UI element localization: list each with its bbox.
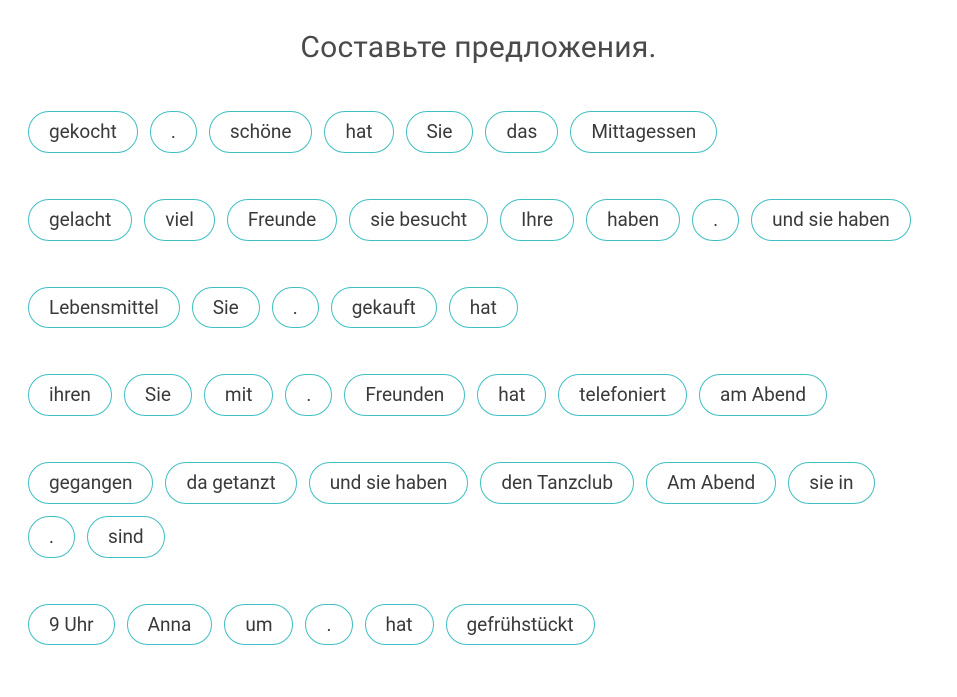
word-chip[interactable]: . — [305, 604, 352, 646]
word-chip[interactable]: den Tanzclub — [480, 462, 634, 504]
word-chip[interactable]: Sie — [124, 374, 192, 416]
word-chip[interactable]: und sie haben — [751, 199, 911, 241]
word-chip[interactable]: . — [28, 516, 75, 558]
sentence-row-3: Lebensmittel Sie . gekauft hat — [28, 287, 929, 329]
word-chip[interactable]: . — [692, 199, 739, 241]
word-chip[interactable]: hat — [324, 111, 393, 153]
word-chip[interactable]: Freunden — [344, 374, 465, 416]
word-chip[interactable]: gegangen — [28, 462, 153, 504]
word-chip[interactable]: gefrühstückt — [446, 604, 595, 646]
word-chip[interactable]: Lebensmittel — [28, 287, 180, 329]
word-chip[interactable]: das — [485, 111, 558, 153]
word-chip[interactable]: da getanzt — [165, 462, 296, 504]
sentence-row-4: ihren Sie mit . Freunden hat telefoniert… — [28, 374, 929, 416]
word-chip[interactable]: telefoniert — [558, 374, 687, 416]
sentence-row-1: gekocht . schöne hat Sie das Mittagessen — [28, 111, 929, 153]
word-chip[interactable]: Ihre — [500, 199, 574, 241]
word-chip[interactable]: um — [224, 604, 293, 646]
word-chip[interactable]: Mittagessen — [570, 111, 717, 153]
word-chip[interactable]: schöne — [209, 111, 313, 153]
word-chip[interactable]: . — [272, 287, 319, 329]
word-chip[interactable]: sie in — [788, 462, 874, 504]
word-chip[interactable]: sie besucht — [349, 199, 488, 241]
word-chip[interactable]: Freunde — [227, 199, 337, 241]
word-chip[interactable]: hat — [477, 374, 546, 416]
word-chip[interactable]: 9 Uhr — [28, 604, 115, 646]
sentence-row-2: gelacht viel Freunde sie besucht Ihre ha… — [28, 199, 929, 241]
word-chip[interactable]: und sie haben — [309, 462, 469, 504]
word-chip[interactable]: Am Abend — [646, 462, 776, 504]
word-chip[interactable]: ihren — [28, 374, 112, 416]
word-chip[interactable]: am Abend — [699, 374, 827, 416]
word-chip[interactable]: mit — [204, 374, 274, 416]
word-chip[interactable]: . — [285, 374, 332, 416]
word-chip[interactable]: Sie — [192, 287, 260, 329]
sentence-row-5: gegangen da getanzt und sie haben den Ta… — [28, 462, 929, 558]
word-chip[interactable]: sind — [87, 516, 165, 558]
word-chip[interactable]: gekocht — [28, 111, 138, 153]
word-chip[interactable]: Anna — [127, 604, 213, 646]
word-chip[interactable]: gelacht — [28, 199, 132, 241]
word-chip[interactable]: viel — [144, 199, 215, 241]
page-title: Составьте предложения. — [28, 30, 929, 65]
word-chip[interactable]: Sie — [406, 111, 474, 153]
word-chip[interactable]: haben — [586, 199, 680, 241]
sentence-row-6: 9 Uhr Anna um . hat gefrühstückt — [28, 604, 929, 646]
word-chip[interactable]: . — [150, 111, 197, 153]
word-chip[interactable]: hat — [449, 287, 518, 329]
word-chip[interactable]: gekauft — [331, 287, 437, 329]
exercise-container: Составьте предложения. gekocht . schöne … — [0, 0, 957, 645]
word-chip[interactable]: hat — [365, 604, 434, 646]
